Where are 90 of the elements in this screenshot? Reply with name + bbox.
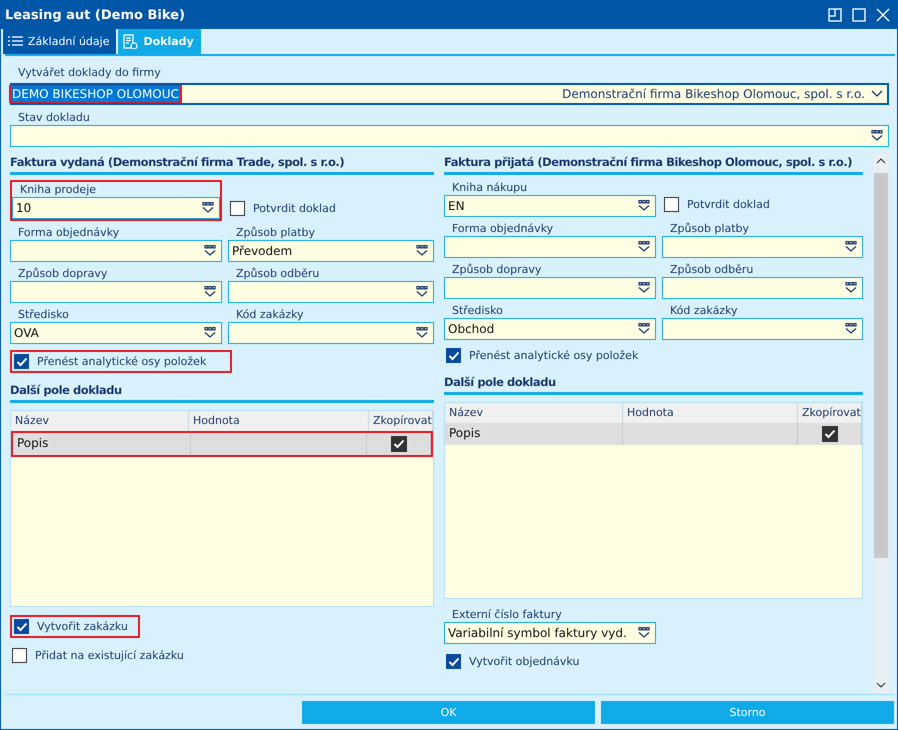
dropdown-field[interactable]: EN: [444, 195, 656, 217]
dropdown-icon: [637, 282, 651, 294]
check-icon: [448, 350, 460, 360]
check-icon: [448, 656, 460, 666]
dropdown-field[interactable]: [228, 322, 434, 344]
column-header: Hodnota: [189, 411, 369, 431]
dropdown-icon: [844, 282, 858, 294]
check-icon: [16, 356, 28, 366]
dropdown-field[interactable]: [228, 281, 434, 303]
dropdown-icon: [637, 241, 651, 253]
dropdown-icon: [844, 241, 858, 253]
dropdown-icon: [201, 202, 215, 214]
field-label: Forma objednávky: [17, 225, 120, 240]
document-icon: [122, 34, 138, 49]
column-header: Zkopírovat: [369, 411, 433, 431]
section-heading: Faktura vydaná (Demonstrační firma Trade, spol. s r.o.): [10, 153, 434, 175]
dropdown-field[interactable]: Variabilní symbol faktury vyd.: [444, 622, 656, 644]
dropdown-field[interactable]: OVA: [10, 322, 222, 344]
field-label: Způsob dopravy: [17, 266, 108, 281]
field-label: Středisko: [451, 303, 504, 318]
company-code: DEMO BIKESHOP OLOMOUC: [11, 86, 180, 102]
dropdown-field[interactable]: [10, 125, 889, 147]
dropdown-field[interactable]: [662, 318, 863, 340]
section-heading: Další pole dokladu: [10, 381, 434, 403]
field-label: Způsob odběru: [669, 262, 754, 277]
dropdown-icon: [870, 130, 884, 142]
checkbox[interactable]: [664, 196, 679, 212]
field-label: Forma objednávky: [451, 221, 554, 236]
dropdown-field[interactable]: Převodem: [228, 240, 434, 262]
dropdown-icon: [203, 286, 217, 298]
checkbox-label: Potvrdit doklad: [687, 198, 770, 210]
company-field[interactable]: DEMO BIKESHOP OLOMOUC Demonstrační firma Bikeshop Olomouc, spol. s r.o.: [10, 83, 889, 105]
check-icon: [16, 622, 28, 632]
checkbox-label: Vytvořit objednávku: [469, 655, 580, 668]
checkbox-label: Potvrdit doklad: [253, 202, 336, 214]
field-label: Způsob platby: [669, 221, 750, 236]
table-cell: Popis: [13, 433, 191, 455]
dropdown-icon: [415, 245, 429, 257]
checkbox-label: Přenést analytické osy položek: [37, 355, 206, 368]
dock-icon: [827, 7, 843, 23]
field-label: Způsob platby: [235, 225, 316, 240]
checkbox[interactable]: [14, 354, 29, 369]
dropdown-icon: [844, 323, 858, 335]
dropdown-icon: [637, 200, 651, 212]
section-heading: Faktura přijatá (Demonstrační firma Bikeshop Olomouc, spol. s r.o.): [444, 153, 863, 175]
company-name: Demonstrační firma Bikeshop Olomouc, spol. s r.o.: [562, 87, 865, 101]
checkbox-label: Přidat na existující zakázku: [35, 649, 184, 662]
field-label: Vytvářet doklady do firmy: [17, 65, 162, 80]
dropdown-field[interactable]: [662, 236, 863, 258]
field-label: Způsob dopravy: [451, 262, 542, 277]
table-cell: Popis: [445, 423, 623, 445]
dropdown-field[interactable]: Obchod: [444, 318, 656, 340]
field-label: Kód zakázky: [669, 303, 739, 318]
field-label: Stav dokladu: [17, 110, 91, 125]
dropdown-icon: [637, 323, 651, 335]
field-label: Externí číslo faktury: [451, 607, 563, 622]
dropdown-field[interactable]: [444, 277, 656, 299]
close-icon: [875, 7, 891, 23]
column-header: Název: [11, 411, 189, 431]
field-label: Kniha prodeje: [19, 182, 98, 197]
field-label: Kniha nákupu: [451, 180, 528, 195]
dropdown-field[interactable]: 10: [12, 197, 220, 219]
checkbox[interactable]: [230, 200, 245, 216]
checkbox[interactable]: [446, 654, 461, 669]
section-heading: Další pole dokladu: [444, 373, 863, 395]
dropdown-icon: [637, 627, 651, 639]
dropdown-icon: [203, 245, 217, 257]
tab[interactable]: Základní údaje: [3, 29, 116, 54]
window-title: Leasing aut (Demo Bike): [5, 8, 185, 22]
dropdown-field[interactable]: [10, 281, 222, 303]
check-icon: [824, 429, 836, 439]
dropdown-icon: [415, 327, 429, 339]
checkbox[interactable]: [822, 426, 838, 442]
dropdown-icon: [415, 286, 429, 298]
checkbox-label: Vytvořit zakázku: [37, 620, 128, 633]
checkbox[interactable]: [14, 619, 29, 634]
checkbox-label: Přenést analytické osy položek: [469, 349, 638, 362]
checkbox[interactable]: [446, 348, 461, 363]
field-label: Způsob odběru: [235, 266, 320, 281]
maximize-icon: [851, 7, 867, 23]
field-label: Kód zakázky: [235, 307, 305, 322]
field-label: Středisko: [17, 307, 70, 322]
checkbox[interactable]: [12, 648, 27, 663]
chevron-down-icon: [871, 90, 883, 98]
dropdown-icon: [203, 327, 217, 339]
check-icon: [392, 439, 404, 449]
dropdown-field[interactable]: [662, 277, 863, 299]
dropdown-field[interactable]: [444, 236, 656, 258]
dropdown-field[interactable]: [10, 240, 222, 262]
checkbox[interactable]: [390, 436, 406, 452]
